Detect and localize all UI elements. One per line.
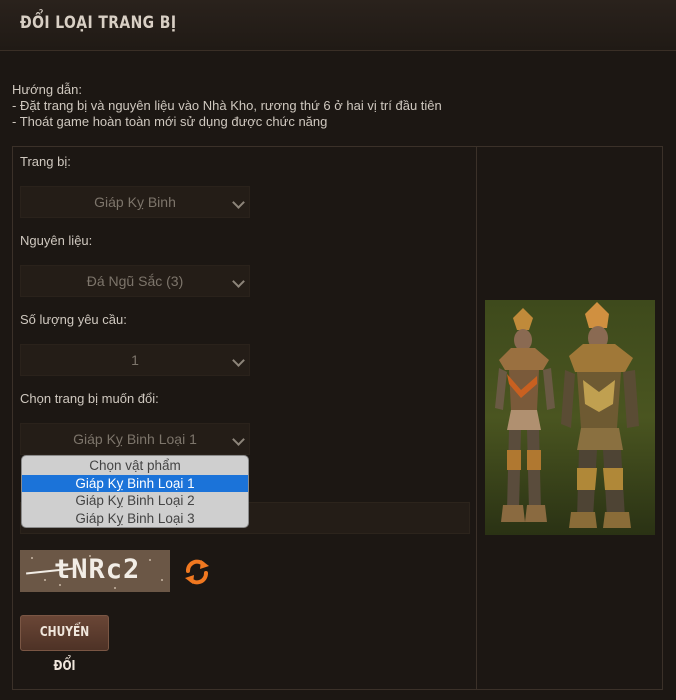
target-select[interactable]: Giáp Kỵ Binh Loại 1 <box>20 423 250 455</box>
chevron-down-icon <box>232 354 245 367</box>
dropdown-option[interactable]: Giáp Kỵ Binh Loại 2 <box>22 492 248 510</box>
guide-text: Hướng dẫn: - Đặt trang bị và nguyên liệu… <box>12 82 442 130</box>
equip-select[interactable]: Giáp Kỵ Binh <box>20 186 250 218</box>
guide-line-2: - Thoát game hoàn toàn mới sử dụng được … <box>12 114 328 129</box>
target-select-value: Giáp Kỵ Binh Loại 1 <box>73 431 197 447</box>
target-dropdown-list: Chọn vật phẩm Giáp Kỵ Binh Loại 1 Giáp K… <box>21 455 249 528</box>
dropdown-option-selected[interactable]: Giáp Kỵ Binh Loại 1 <box>22 474 248 492</box>
panel-divider <box>476 146 477 690</box>
material-select[interactable]: Đá Ngũ Sắc (3) <box>20 265 250 297</box>
armor-preview-image <box>485 300 655 535</box>
chevron-down-icon <box>232 275 245 288</box>
chevron-down-icon <box>232 196 245 209</box>
material-select-value: Đá Ngũ Sắc (3) <box>86 273 184 289</box>
dropdown-option[interactable]: Chọn vật phẩm <box>22 457 248 475</box>
quantity-select-value: 1 <box>131 352 139 368</box>
convert-button-label: CHUYỂN ĐỔI <box>39 625 90 674</box>
page-title: ĐỔI LOẠI TRANG BỊ <box>20 13 177 33</box>
page-header: ĐỔI LOẠI TRANG BỊ <box>0 0 676 51</box>
guide-line-1: - Đặt trang bị và nguyên liệu vào Nhà Kh… <box>12 98 442 113</box>
chevron-down-icon <box>232 433 245 446</box>
equip-label: Trang bị: <box>20 154 71 169</box>
captcha-image: tNRc2 <box>20 550 170 592</box>
material-label: Nguyên liệu: <box>20 233 93 248</box>
guide-title: Hướng dẫn: <box>12 82 82 97</box>
equip-select-value: Giáp Kỵ Binh <box>94 194 176 210</box>
dropdown-option[interactable]: Giáp Kỵ Binh Loại 3 <box>22 510 248 528</box>
quantity-select[interactable]: 1 <box>20 344 250 376</box>
convert-button[interactable]: CHUYỂN ĐỔI <box>20 615 109 674</box>
target-label: Chọn trang bị muốn đổi: <box>20 391 159 406</box>
captcha-text: tNRc2 <box>54 554 141 585</box>
quantity-label: Số lượng yêu cầu: <box>20 312 127 327</box>
refresh-icon[interactable] <box>182 557 212 587</box>
